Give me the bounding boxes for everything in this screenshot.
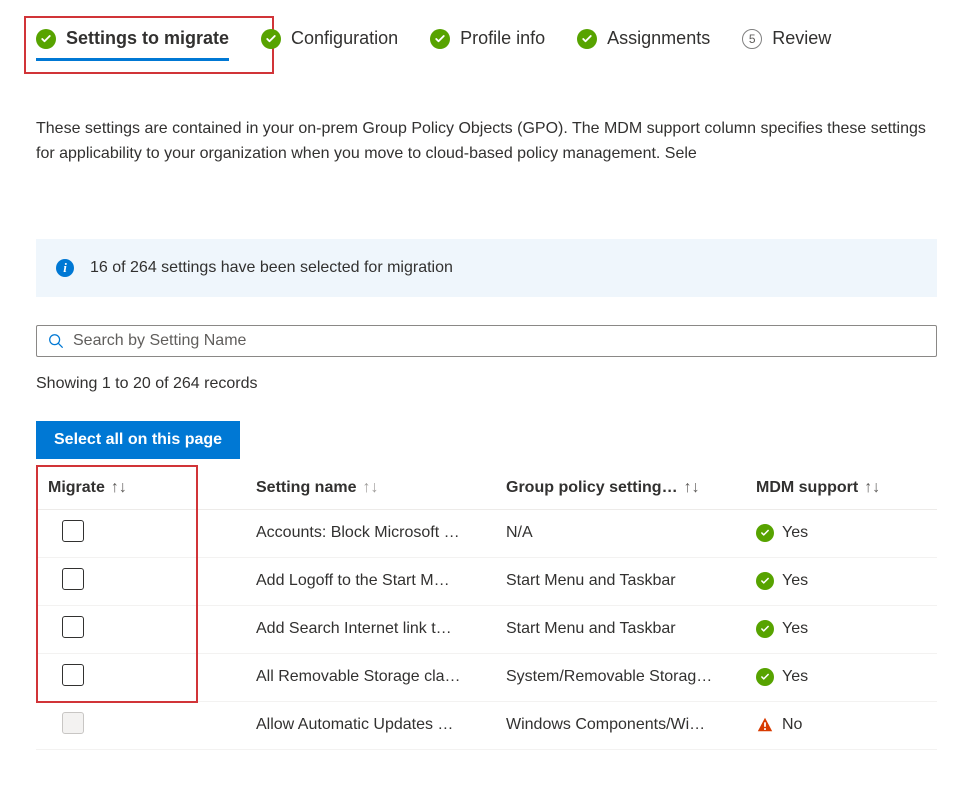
cell-migrate [36,568,256,595]
tab-configuration[interactable]: Configuration [261,28,398,61]
tab-settings-to-migrate[interactable]: Settings to migrate [36,28,229,61]
migrate-checkbox [62,712,84,734]
table-row: Allow Automatic Updates …Windows Compone… [36,702,937,750]
tab-label: Settings to migrate [66,28,229,49]
cell-setting-name: Add Search Internet link t… [256,620,506,638]
cell-migrate [36,520,256,547]
column-label: Group policy setting… [506,479,678,497]
migrate-checkbox[interactable] [62,568,84,590]
search-input[interactable] [73,332,926,350]
sort-icon: ↑↓ [864,479,880,497]
checkmark-icon [756,620,774,638]
mdm-support-value: Yes [782,668,808,686]
cell-setting-name: Accounts: Block Microsoft … [256,524,506,542]
checkmark-icon [756,572,774,590]
mdm-support-value: Yes [782,620,808,638]
sort-icon: ↑↓ [111,479,127,497]
tab-profile-info[interactable]: Profile info [430,28,545,61]
cell-mdm-support: Yes [756,668,937,686]
column-label: Setting name [256,479,356,497]
migrate-checkbox[interactable] [62,664,84,686]
info-banner-text: 16 of 264 settings have been selected fo… [90,259,453,277]
cell-migrate [36,712,256,739]
tab-label: Assignments [607,28,710,49]
checkmark-icon [36,29,56,49]
column-header-migrate[interactable]: Migrate ↑↓ [36,479,256,497]
tab-label: Configuration [291,28,398,49]
table-row: Accounts: Block Microsoft …N/A Yes [36,510,937,558]
wizard-tabs: Settings to migrate Configuration Profil… [0,0,973,61]
cell-group-policy: Start Menu and Taskbar [506,572,756,590]
info-banner: i 16 of 264 settings have been selected … [36,239,937,297]
migrate-checkbox[interactable] [62,616,84,638]
cell-setting-name: Add Logoff to the Start M… [256,572,506,590]
checkmark-icon [430,29,450,49]
sort-icon: ↑↓ [362,479,378,497]
search-icon [47,332,65,350]
cell-group-policy: Start Menu and Taskbar [506,620,756,638]
settings-table: Migrate ↑↓ Setting name ↑↓ Group policy … [36,469,937,750]
page-description: These settings are contained in your on-… [36,117,937,167]
migrate-checkbox[interactable] [62,520,84,542]
cell-setting-name: All Removable Storage cla… [256,668,506,686]
column-header-setting-name[interactable]: Setting name ↑↓ [256,479,506,497]
table-row: Add Logoff to the Start M…Start Menu and… [36,558,937,606]
sort-icon: ↑↓ [684,479,700,497]
cell-migrate [36,664,256,691]
column-header-mdm-support[interactable]: MDM support ↑↓ [756,479,937,497]
column-header-group-policy[interactable]: Group policy setting… ↑↓ [506,479,756,497]
mdm-support-value: No [782,716,802,734]
cell-migrate [36,616,256,643]
cell-mdm-support: No [756,716,937,734]
tab-assignments[interactable]: Assignments [577,28,710,61]
records-count: Showing 1 to 20 of 264 records [36,375,937,393]
table-header-row: Migrate ↑↓ Setting name ↑↓ Group policy … [36,469,937,510]
tab-label: Review [772,28,831,49]
checkmark-icon [577,29,597,49]
column-label: MDM support [756,479,858,497]
cell-mdm-support: Yes [756,524,937,542]
tab-review[interactable]: 5 Review [742,28,831,61]
search-box[interactable] [36,325,937,357]
table-row: Add Search Internet link t…Start Menu an… [36,606,937,654]
cell-mdm-support: Yes [756,620,937,638]
table-row: All Removable Storage cla…System/Removab… [36,654,937,702]
tab-label: Profile info [460,28,545,49]
select-all-button[interactable]: Select all on this page [36,421,240,459]
cell-setting-name: Allow Automatic Updates … [256,716,506,734]
mdm-support-value: Yes [782,524,808,542]
cell-mdm-support: Yes [756,572,937,590]
checkmark-icon [261,29,281,49]
info-icon: i [56,259,74,277]
mdm-support-value: Yes [782,572,808,590]
cell-group-policy: System/Removable Storag… [506,668,756,686]
checkmark-icon [756,668,774,686]
warning-icon [756,716,774,734]
cell-group-policy: N/A [506,524,756,542]
checkmark-icon [756,524,774,542]
column-label: Migrate [48,479,105,497]
step-number-icon: 5 [742,29,762,49]
cell-group-policy: Windows Components/Wi… [506,716,756,734]
active-tab-underline [36,58,229,61]
